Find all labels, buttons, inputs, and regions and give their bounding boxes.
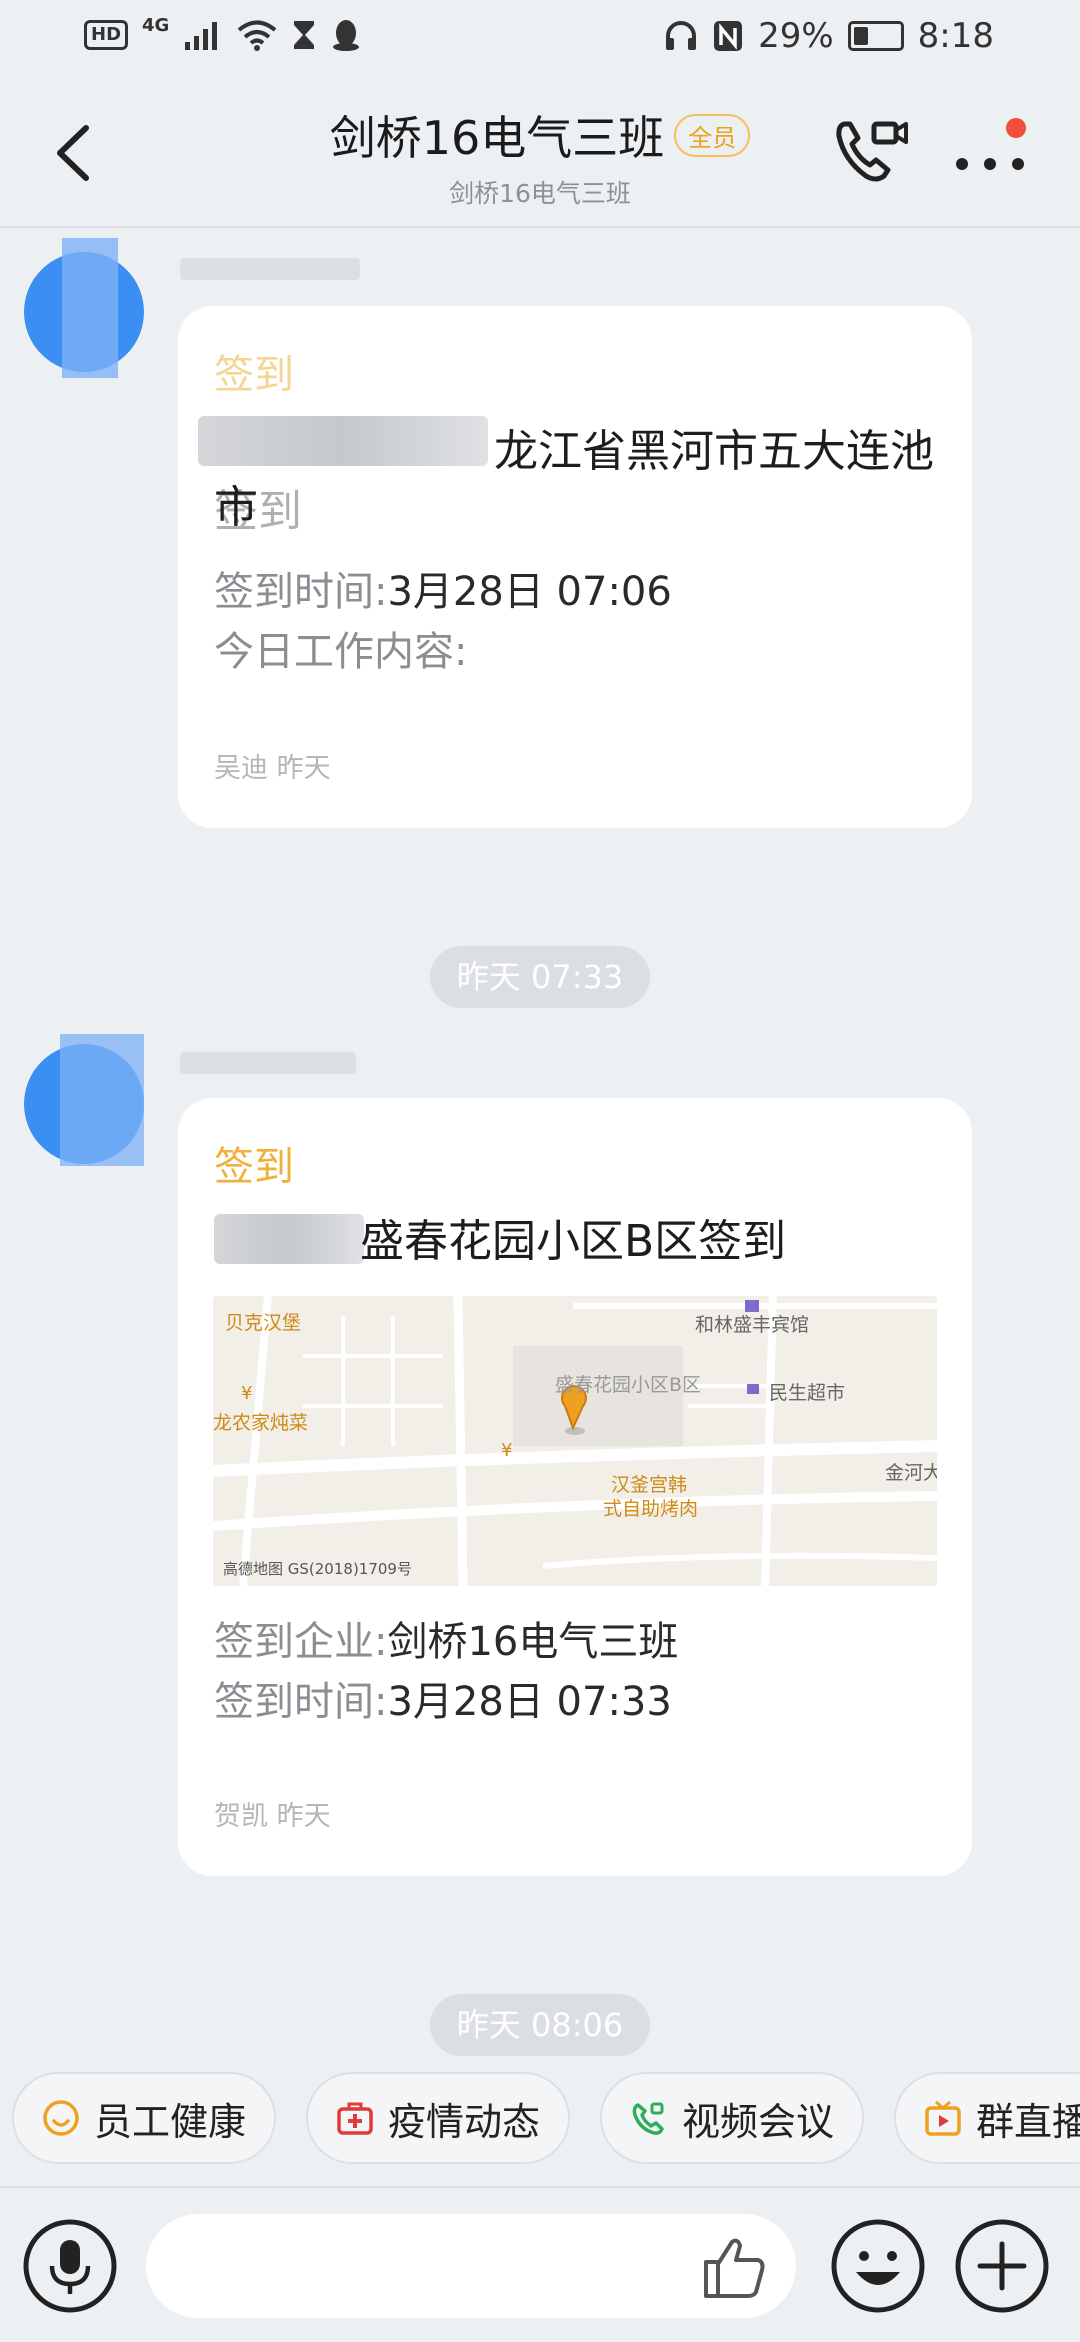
card-type: 签到 <box>214 1144 294 1190</box>
quick-action-epidemic-news[interactable]: 疫情动态 <box>306 2072 571 2164</box>
signal-icon <box>185 22 218 50</box>
hourglass-icon <box>294 21 315 49</box>
thumbs-up-icon[interactable] <box>698 2232 770 2304</box>
map-label: 汉釜宫韩 <box>611 1474 688 1496</box>
map-label: 龙农家炖菜 <box>213 1412 309 1434</box>
quick-action-employee-health[interactable]: 员工健康 <box>12 2072 277 2164</box>
map-label: 贝克汉堡 <box>225 1312 302 1334</box>
sender-name-blurred <box>180 258 360 280</box>
location-map[interactable]: ¥ ¥ 贝克汉堡 和林盛丰宾馆 盛春花园小区B区 民生超市 龙农家炖菜 汉釜宫韩… <box>213 1296 937 1586</box>
svg-text:¥: ¥ <box>501 1440 512 1461</box>
map-label: 民生超市 <box>769 1382 846 1404</box>
avatar-mosaic <box>62 238 118 378</box>
card-title: 龙江省黑河市五大连池市 <box>214 426 934 533</box>
all-members-badge: 全员 <box>674 113 751 157</box>
medical-kit-icon <box>337 2102 373 2135</box>
chip-label: 群直播 <box>976 2099 1080 2144</box>
quick-action-group-live[interactable]: 群直播 <box>894 2072 1080 2164</box>
card-title-line2: 签到 <box>214 486 302 537</box>
checkin-company-line: 签到企业:剑桥16电气三班 <box>214 1619 679 1665</box>
status-right: 29% 8:18 <box>664 16 994 56</box>
svg-text:¥: ¥ <box>241 1383 252 1404</box>
emoji-icon[interactable] <box>830 2218 926 2314</box>
message-card[interactable]: 签到 龙江省黑河市五大连池市 签到 签到时间:3月28日 07:06 今日工作内… <box>178 306 972 828</box>
chip-label: 疫情动态 <box>388 2099 541 2144</box>
wifi-icon <box>238 20 277 51</box>
battery-percent: 29% <box>758 16 834 56</box>
checkin-time-line: 签到时间:3月28日 07:33 <box>214 1679 672 1725</box>
voice-icon[interactable] <box>22 2218 118 2314</box>
qq-icon <box>333 20 360 51</box>
plus-icon[interactable] <box>954 2218 1050 2314</box>
headphones-icon <box>666 21 697 50</box>
checkin-time-line: 签到时间:3月28日 07:06 <box>214 569 672 615</box>
tv-icon <box>925 2100 961 2136</box>
title-block[interactable]: 剑桥16电气三班 全员 剑桥16电气三班 <box>0 102 1080 210</box>
video-call-icon[interactable] <box>830 110 910 190</box>
card-footer: 贺凯 昨天 <box>214 1801 331 1832</box>
video-phone-icon <box>632 2102 664 2135</box>
map-watermark: 高德地图 GS(2018)1709号 <box>223 1560 412 1578</box>
quick-action-video-meeting[interactable]: 视频会议 <box>600 2072 865 2164</box>
notification-dot <box>1006 118 1026 138</box>
map-roads: ¥ ¥ <box>213 1296 937 1586</box>
chip-label: 员工健康 <box>94 2099 247 2144</box>
card-footer: 吴迪 昨天 <box>214 753 331 784</box>
card-title: 盛春花园小区B区签到 <box>360 1216 787 1267</box>
hd-indicator: HD <box>84 20 129 50</box>
sender-name-blurred <box>180 1052 356 1074</box>
clock: 8:18 <box>917 16 994 56</box>
input-bar <box>0 2186 1080 2342</box>
map-label: 式自助烤肉 <box>603 1498 699 1520</box>
map-label: 盛春花园小区B区 <box>555 1374 702 1396</box>
avatar-mosaic <box>60 1034 144 1166</box>
work-content-line: 今日工作内容: <box>214 629 468 675</box>
status-left: HD 4G <box>84 14 361 52</box>
network-label: 4G <box>142 14 170 36</box>
chip-label: 视频会议 <box>682 2099 835 2144</box>
map-label: 和林盛丰宾馆 <box>695 1314 810 1336</box>
smile-heart-icon <box>43 2100 79 2136</box>
chat-subtitle: 剑桥16电气三班 <box>449 179 631 208</box>
status-bar: HD 4G 29% 8:18 <box>0 0 1080 80</box>
chat-header: 剑桥16电气三班 全员 剑桥16电气三班 <box>0 80 1080 228</box>
time-divider: 昨天 08:06 <box>430 1994 650 2056</box>
map-label: 金河大 <box>885 1462 937 1484</box>
time-divider: 昨天 07:33 <box>430 946 650 1008</box>
nfc-icon <box>714 21 743 51</box>
chat-title: 剑桥16电气三班 <box>329 111 665 165</box>
card-type: 签到 <box>214 352 294 398</box>
battery-icon <box>847 21 904 51</box>
